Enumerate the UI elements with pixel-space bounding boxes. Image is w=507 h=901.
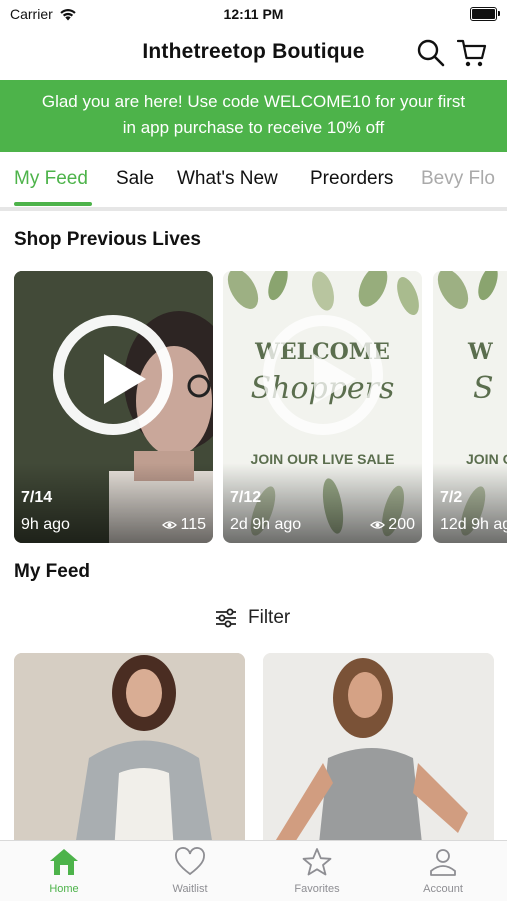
bottom-tab-bar: Home Waitlist Favorites Account bbox=[0, 840, 507, 901]
status-bar: Carrier 12:11 PM bbox=[0, 0, 507, 28]
play-icon bbox=[104, 354, 146, 404]
tab-my-feed[interactable]: My Feed bbox=[14, 168, 88, 190]
promo-banner[interactable]: Glad you are here! Use code WELCOME10 fo… bbox=[0, 80, 507, 152]
category-tabs: My Feed Sale What's New Preorders Bevy F… bbox=[0, 152, 507, 208]
tab-bevy[interactable]: Bevy Flo bbox=[421, 168, 495, 190]
live-card[interactable]: WELCOME Shoppers JOIN OUR LIVE SALE 7/12… bbox=[223, 271, 422, 543]
live-views: 115 bbox=[162, 516, 206, 534]
tabbar-home[interactable]: Home bbox=[14, 847, 114, 895]
live-views: 200 bbox=[370, 516, 415, 534]
live-time-ago: 12d 9h ago bbox=[440, 516, 507, 533]
filter-label: Filter bbox=[248, 607, 291, 628]
product-grid bbox=[0, 653, 507, 841]
active-tab-indicator bbox=[14, 202, 92, 206]
live-views-count: 200 bbox=[388, 516, 415, 533]
feed-title: My Feed bbox=[14, 561, 91, 582]
sliders-icon bbox=[216, 608, 236, 628]
live-date: 7/2 bbox=[440, 489, 463, 506]
promo-line-2: in app purchase to receive 10% off bbox=[122, 118, 385, 137]
live-date: 7/12 bbox=[230, 489, 262, 506]
person-icon bbox=[430, 849, 456, 876]
filter-button[interactable]: Filter bbox=[214, 604, 290, 632]
play-button[interactable] bbox=[263, 315, 383, 435]
live-art-line-1: W bbox=[468, 339, 493, 365]
tabbar-account[interactable]: Account bbox=[393, 847, 493, 895]
tabbar-waitlist[interactable]: Waitlist bbox=[140, 847, 240, 895]
tabbar-account-label: Account bbox=[423, 883, 463, 895]
tabs-divider bbox=[0, 207, 507, 211]
product-card[interactable] bbox=[14, 653, 245, 841]
promo-line-1: Glad you are here! Use code WELCOME10 fo… bbox=[41, 92, 466, 111]
product-card[interactable] bbox=[263, 653, 494, 841]
tab-whats-new[interactable]: What's New bbox=[177, 168, 278, 190]
live-time-ago: 2d 9h ago bbox=[230, 516, 302, 533]
tabbar-home-label: Home bbox=[49, 883, 79, 895]
play-icon bbox=[314, 354, 356, 404]
tab-preorders[interactable]: Preorders bbox=[310, 168, 393, 190]
battery-icon bbox=[470, 7, 500, 21]
previous-lives-title: Shop Previous Lives bbox=[14, 229, 201, 250]
live-card[interactable]: 7/14 9h ago 115 bbox=[14, 271, 213, 543]
heart-icon bbox=[175, 847, 205, 876]
product-image bbox=[263, 653, 494, 841]
live-views-count: 115 bbox=[180, 516, 206, 533]
search-icon[interactable] bbox=[416, 38, 446, 68]
tabbar-favorites[interactable]: Favorites bbox=[267, 847, 367, 895]
tab-sale[interactable]: Sale bbox=[116, 168, 154, 190]
play-button[interactable] bbox=[53, 315, 173, 435]
star-icon bbox=[302, 848, 332, 876]
product-image bbox=[14, 653, 245, 841]
tabbar-waitlist-label: Waitlist bbox=[172, 883, 208, 895]
home-icon bbox=[50, 849, 78, 875]
cart-icon[interactable] bbox=[457, 38, 487, 68]
eye-icon bbox=[162, 521, 178, 529]
eye-icon bbox=[370, 521, 386, 529]
live-art-line-2: S bbox=[473, 371, 494, 406]
live-time-ago: 9h ago bbox=[21, 516, 70, 533]
live-card[interactable]: W S JOIN O 7/2 12d 9h ago bbox=[433, 271, 507, 543]
tabbar-favorites-label: Favorites bbox=[294, 883, 340, 895]
status-time: 12:11 PM bbox=[223, 6, 284, 22]
live-date: 7/14 bbox=[21, 489, 53, 506]
app-header: Inthetreetop Boutique bbox=[0, 28, 507, 78]
previous-lives-carousel: 7/14 9h ago 115 WELCOME Shoppers JOIN OU… bbox=[0, 271, 507, 544]
